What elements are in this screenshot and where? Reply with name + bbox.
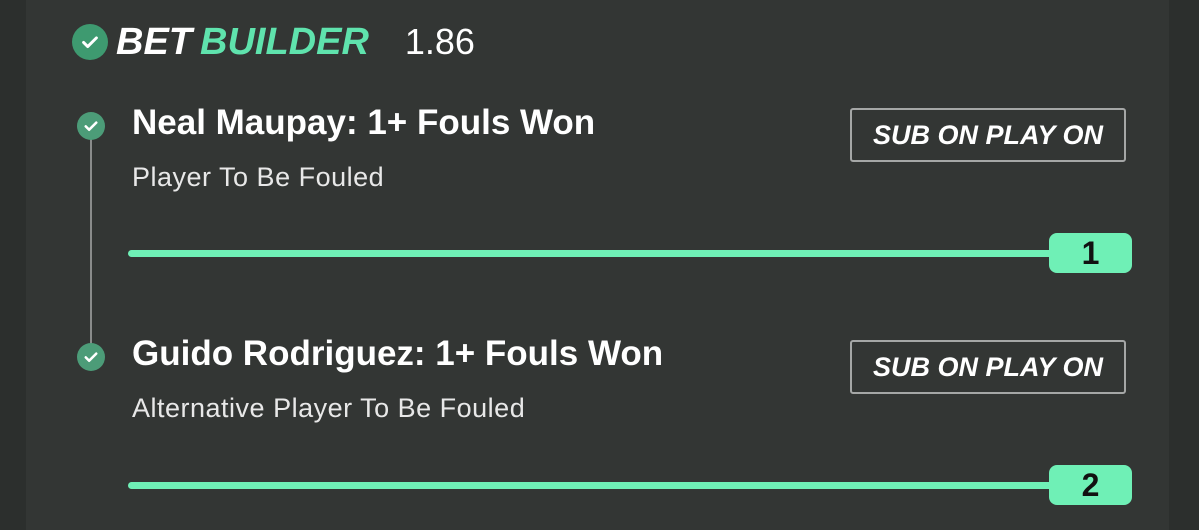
leg-1-subtitle: Player To Be Fouled — [132, 162, 385, 192]
brand-word-bet: BET — [116, 20, 192, 63]
total-odds: 1.86 — [404, 21, 475, 62]
leg-2-slider-knob[interactable]: 2 — [1049, 465, 1132, 505]
bet-builder-title: BET BUILDER — [116, 21, 369, 64]
leg-2-sub-on-play-on-button[interactable]: SUB ON PLAY ON — [850, 340, 1126, 394]
timeline-connector — [90, 126, 92, 356]
leg-2-slider-track[interactable] — [128, 482, 1058, 489]
leg-2-title: Guido Rodriguez: 1+ Fouls Won — [132, 334, 664, 373]
bet-builder-panel — [26, 0, 1169, 530]
leg-1-slider-knob[interactable]: 1 — [1049, 233, 1132, 273]
brand-word-builder: BUILDER — [200, 20, 369, 63]
leg-2-check-icon — [77, 343, 105, 371]
leg-1-sub-on-play-on-button[interactable]: SUB ON PLAY ON — [850, 108, 1126, 162]
check-circle-icon — [72, 24, 108, 60]
leg-1-check-icon — [77, 112, 105, 140]
leg-1-slider-track[interactable] — [128, 250, 1058, 257]
leg-1-title: Neal Maupay: 1+ Fouls Won — [132, 103, 596, 142]
leg-2-subtitle: Alternative Player To Be Fouled — [132, 393, 526, 423]
bet-builder-header: BET BUILDER 1.86 — [72, 21, 475, 64]
